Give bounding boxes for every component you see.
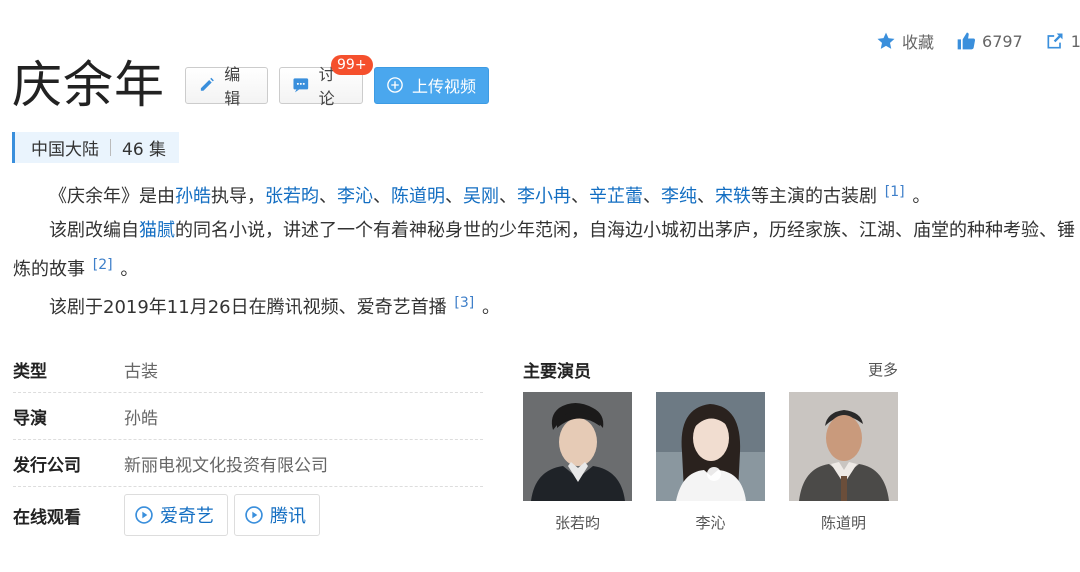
text: 该剧于2019年11月26日在腾讯视频、爱奇艺首播 <box>49 297 447 318</box>
reference-1[interactable]: [1] <box>885 184 905 200</box>
info-value: 孙皓 <box>124 408 158 429</box>
play-circle-icon <box>245 506 263 524</box>
cast-list: 张若昀 李沁 陈道明 <box>523 392 898 533</box>
cast-link-li-xiaoran[interactable]: 李小冉 <box>517 186 571 207</box>
pencil-icon <box>200 77 214 91</box>
like-button[interactable]: 6797 <box>945 31 1034 51</box>
cast-link-li-qin[interactable]: 李沁 <box>337 186 373 207</box>
actor-name: 张若昀 <box>554 514 600 532</box>
separator: 、 <box>643 186 661 207</box>
upload-video-button[interactable]: 上传视频 <box>374 66 489 104</box>
text: 《庆余年》是由 <box>49 186 175 207</box>
text: 执导， <box>211 186 265 207</box>
cast-link-chen-daoming[interactable]: 陈道明 <box>391 186 445 207</box>
intro-paragraph-1: 《庆余年》是由孙皓执导，张若昀、李沁、陈道明、吴刚、李小冉、辛芷蕾、李纯、宋轶等… <box>13 175 1075 214</box>
separator: 、 <box>697 186 715 207</box>
info-value: 古装 <box>124 361 158 382</box>
author-link[interactable]: 猫腻 <box>139 220 175 241</box>
cast-title: 主要演员 <box>523 361 591 382</box>
like-count: 6797 <box>982 31 1023 51</box>
title-row: 庆余年 编辑 讨论 99+ 上传视频 <box>12 54 489 116</box>
text: 等主演的古装剧 <box>751 186 877 207</box>
discuss-button[interactable]: 讨论 99+ <box>279 54 373 108</box>
favorite-button[interactable]: 收藏 <box>865 29 945 53</box>
actor-photo[interactable] <box>789 392 898 501</box>
info-row-genre: 类型 古装 <box>13 346 483 393</box>
region-label: 中国大陆 <box>31 140 99 160</box>
share-count: 1 <box>1070 31 1080 51</box>
edit-button[interactable]: 编辑 <box>185 65 268 108</box>
actor-card[interactable]: 李沁 <box>656 392 765 533</box>
watch-label: 爱奇艺 <box>160 506 214 527</box>
separator: 、 <box>445 186 463 207</box>
page-title: 庆余年 <box>12 56 165 114</box>
info-key: 类型 <box>13 361 47 382</box>
cast-link-song-yi[interactable]: 宋轶 <box>715 186 751 207</box>
separator: 、 <box>499 186 517 207</box>
info-key: 发行公司 <box>13 455 81 476</box>
info-row-watch: 在线观看 爱奇艺 腾讯 <box>13 487 483 543</box>
main-cast-section: 主要演员 更多 张若昀 李沁 陈道明 <box>523 352 898 533</box>
actor-name: 李沁 <box>695 514 726 532</box>
cast-link-wu-gang[interactable]: 吴刚 <box>463 186 499 207</box>
plus-circle-icon <box>387 77 403 93</box>
actor-photo[interactable] <box>523 392 632 501</box>
episode-count: 46 集 <box>122 140 167 160</box>
chat-icon <box>293 78 309 93</box>
cast-more-link[interactable]: 更多 <box>868 359 898 380</box>
watch-tencent-button[interactable]: 腾讯 <box>234 494 320 536</box>
actor-card[interactable]: 陈道明 <box>789 392 898 533</box>
text: 该剧改编自 <box>49 220 139 241</box>
info-key: 导演 <box>13 408 47 429</box>
director-link[interactable]: 孙皓 <box>175 186 211 207</box>
separator: 、 <box>373 186 391 207</box>
actor-card[interactable]: 张若昀 <box>523 392 632 533</box>
share-button[interactable]: 1 <box>1034 31 1080 51</box>
discuss-count-badge: 99+ <box>331 54 373 75</box>
cast-link-zhang-ruoyun[interactable]: 张若昀 <box>265 186 319 207</box>
share-icon <box>1047 33 1063 49</box>
watch-label: 腾讯 <box>270 506 306 527</box>
text: 。 <box>912 186 931 207</box>
text: 。 <box>120 259 139 280</box>
cast-header: 主要演员 更多 <box>523 352 898 386</box>
cast-link-li-chun[interactable]: 李纯 <box>661 186 697 207</box>
actor-name: 陈道明 <box>820 514 866 532</box>
actor-photo[interactable] <box>656 392 765 501</box>
thumbs-up-icon <box>957 32 976 50</box>
cast-link-xin-zhilei[interactable]: 辛芷蕾 <box>589 186 643 207</box>
intro-paragraph-3: 该剧于2019年11月26日在腾讯视频、爱奇艺首播 [3] 。 <box>13 286 1075 325</box>
action-bar: 收藏 6797 1 <box>865 28 1080 54</box>
watch-iqiyi-button[interactable]: 爱奇艺 <box>124 494 228 536</box>
upload-label: 上传视频 <box>412 77 477 96</box>
separator: 、 <box>571 186 589 207</box>
separator: 、 <box>319 186 337 207</box>
info-row-director: 导演 孙皓 <box>13 393 483 440</box>
star-icon <box>877 32 895 49</box>
meta-info-bar: 中国大陆 46 集 <box>12 132 180 163</box>
info-key: 在线观看 <box>13 507 81 528</box>
divider <box>110 139 111 156</box>
reference-2[interactable]: [2] <box>93 257 113 273</box>
reference-3[interactable]: [3] <box>454 295 474 311</box>
edit-label: 编辑 <box>224 65 241 108</box>
info-value: 新丽电视文化投资有限公司 <box>124 455 328 476</box>
text: 。 <box>481 297 500 318</box>
favorite-label: 收藏 <box>902 33 935 52</box>
intro-paragraph-2: 该剧改编自猫腻的同名小说，讲述了一个有着神秘身世的少年范闲，自海边小城初出茅庐，… <box>13 214 1075 287</box>
play-circle-icon <box>135 506 153 524</box>
info-row-company: 发行公司 新丽电视文化投资有限公司 <box>13 440 483 487</box>
info-table: 类型 古装 导演 孙皓 发行公司 新丽电视文化投资有限公司 在线观看 爱奇艺 腾… <box>13 346 483 543</box>
